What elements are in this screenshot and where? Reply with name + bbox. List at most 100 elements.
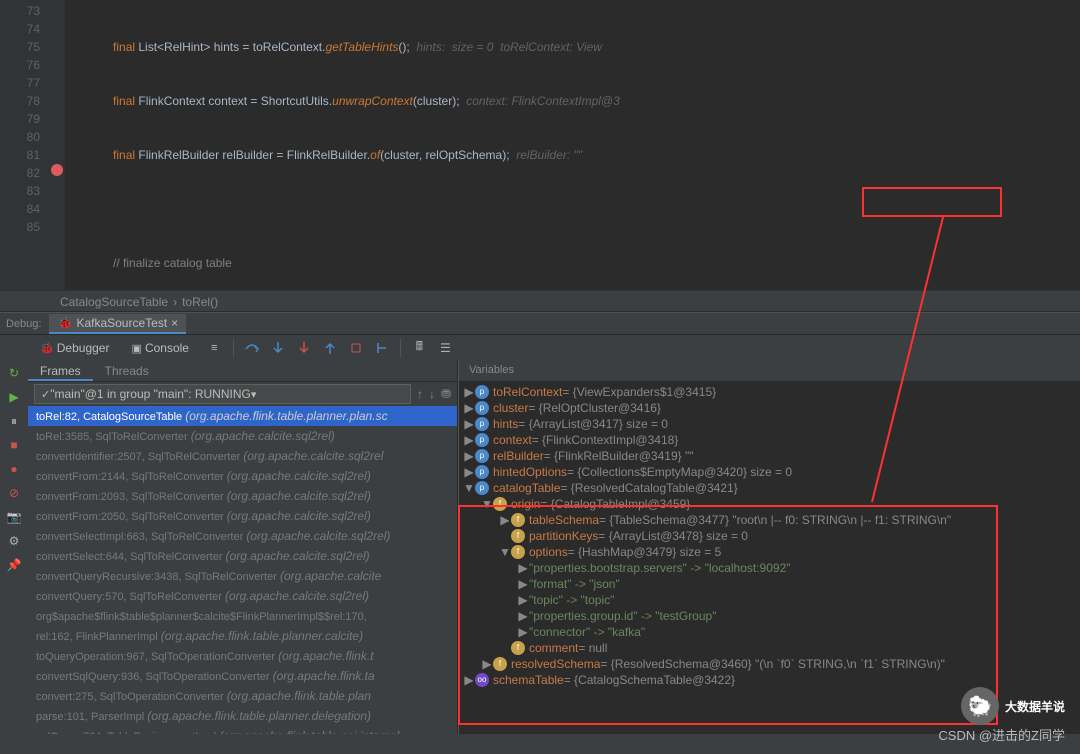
expand-icon[interactable]: ▶ (463, 416, 475, 432)
variable-row[interactable]: ▶"topic" -> "topic" (463, 592, 1076, 608)
static-icon: oo (475, 673, 489, 687)
stack-frame[interactable]: rel:162, FlinkPlannerImpl (org.apache.fl… (28, 626, 457, 646)
camera-icon[interactable]: 📷 (5, 508, 23, 526)
step-into-icon[interactable] (266, 337, 290, 359)
variable-row[interactable]: ▼pcatalogTable = {ResolvedCatalogTable@3… (463, 480, 1076, 496)
stack-frame[interactable]: convert:275, SqlToOperationConverter (or… (28, 686, 457, 706)
stack-frame[interactable]: convertFrom:2093, SqlToRelConverter (org… (28, 486, 457, 506)
expand-icon[interactable]: ▶ (463, 384, 475, 400)
expand-icon[interactable]: ▼ (481, 496, 493, 512)
pin-icon[interactable]: 📌 (5, 556, 23, 574)
variable-row[interactable]: ▶pcontext = {FlinkContextImpl@3418} (463, 432, 1076, 448)
breakpoint-gutter[interactable] (50, 0, 65, 290)
stack-frame[interactable]: org$apache$flink$table$planner$calcite$F… (28, 606, 457, 626)
stop-icon[interactable]: ■ (5, 436, 23, 454)
stack-frame[interactable]: convertQuery:570, SqlToRelConverter (org… (28, 586, 457, 606)
evaluate-icon[interactable]: 🖩 (407, 337, 431, 359)
settings-icon[interactable]: ⚙ (5, 532, 23, 550)
variable-row[interactable]: ▶ptoRelContext = {ViewExpanders$1@3415} (463, 384, 1076, 400)
threads-tab[interactable]: Threads (93, 360, 161, 381)
run-to-cursor-icon[interactable] (370, 337, 394, 359)
stack-frame[interactable]: convertSqlQuery:936, SqlToOperationConve… (28, 666, 457, 686)
param-icon: p (475, 465, 489, 479)
resume-icon[interactable]: ▶ (5, 388, 23, 406)
variable-row[interactable]: ▶fresolvedSchema = {ResolvedSchema@3460}… (463, 656, 1076, 672)
variable-row[interactable]: ▶phintedOptions = {Collections$EmptyMap@… (463, 464, 1076, 480)
stack-frame[interactable]: convertIdentifier:2507, SqlToRelConverte… (28, 446, 457, 466)
field-icon: f (511, 641, 525, 655)
bug-icon: 🐞 (57, 316, 72, 330)
variable-row[interactable]: ▶phints = {ArrayList@3417} size = 0 (463, 416, 1076, 432)
expand-icon[interactable]: ▼ (463, 480, 475, 496)
debug-body: ↻ ▶ ⏸ ■ ● ⊘ 📷 ⚙ 📌 Frames Threads ✓ "main… (0, 360, 1080, 754)
expand-icon[interactable]: ▶ (517, 576, 529, 592)
variable-row[interactable]: ▶"format" -> "json" (463, 576, 1076, 592)
pause-icon[interactable]: ⏸ (5, 412, 23, 430)
param-icon: p (475, 449, 489, 463)
variable-row[interactable]: ▼forigin = {CatalogTableImpl@3459} (463, 496, 1076, 512)
expand-icon[interactable]: ▶ (517, 624, 529, 640)
thread-selector[interactable]: ✓ "main"@1 in group "main": RUNNING ▾ (34, 384, 411, 404)
variable-row[interactable]: fpartitionKeys = {ArrayList@3478} size =… (463, 528, 1076, 544)
expand-icon[interactable]: ▼ (499, 544, 511, 560)
variables-header: Variables (459, 360, 1080, 382)
expand-icon[interactable]: ▶ (481, 656, 493, 672)
expand-icon[interactable]: ▶ (517, 560, 529, 576)
stack-frame[interactable]: toRel:82, CatalogSourceTable (org.apache… (28, 406, 457, 426)
step-out-icon[interactable] (318, 337, 342, 359)
variable-row[interactable]: ▶ftableSchema = {TableSchema@3477} "root… (463, 512, 1076, 528)
frame-list[interactable]: toRel:82, CatalogSourceTable (org.apache… (28, 406, 457, 754)
variable-row[interactable]: ▶prelBuilder = {FlinkRelBuilder@3419} "" (463, 448, 1076, 464)
next-frame-icon[interactable]: ↓ (429, 387, 435, 401)
field-icon: f (511, 529, 525, 543)
close-icon[interactable]: × (171, 316, 178, 330)
param-icon: p (475, 385, 489, 399)
stack-frame[interactable]: toQueryOperation:967, SqlToOperationConv… (28, 646, 457, 666)
breakpoint-icon[interactable] (51, 164, 63, 176)
debug-label: Debug: (6, 318, 41, 330)
force-step-into-icon[interactable] (292, 337, 316, 359)
prev-frame-icon[interactable]: ↑ (417, 387, 423, 401)
frames-tab[interactable]: Frames (28, 360, 93, 381)
tab-debugger[interactable]: 🐞 Debugger (30, 341, 119, 355)
expand-icon[interactable]: ▶ (517, 608, 529, 624)
variable-row[interactable]: ▶"properties.bootstrap.servers" -> "loca… (463, 560, 1076, 576)
stack-frame[interactable]: convertSelectImpl:663, SqlToRelConverter… (28, 526, 457, 546)
stack-frame[interactable]: convertFrom:2050, SqlToRelConverter (org… (28, 506, 457, 526)
code-line: final List<RelHint> hints = toRelContext… (73, 38, 1080, 56)
tab-more[interactable]: ≡ (201, 342, 227, 354)
variable-row[interactable]: ▶ooschemaTable = {CatalogSchemaTable@342… (463, 672, 1076, 688)
expand-icon[interactable]: ▶ (499, 512, 511, 528)
param-icon: p (475, 481, 489, 495)
variable-row[interactable]: ▶pcluster = {RelOptCluster@3416} (463, 400, 1076, 416)
variable-row[interactable]: ▼foptions = {HashMap@3479} size = 5 (463, 544, 1076, 560)
stack-frame[interactable]: convertSelect:644, SqlToRelConverter (or… (28, 546, 457, 566)
param-icon: p (475, 433, 489, 447)
stack-frame[interactable]: convertQueryRecursive:3438, SqlToRelConv… (28, 566, 457, 586)
expand-icon[interactable]: ▶ (517, 592, 529, 608)
stack-frame[interactable]: convertFrom:2144, SqlToRelConverter (org… (28, 466, 457, 486)
code-area[interactable]: final List<RelHint> hints = toRelContext… (65, 0, 1080, 290)
debug-session-tab[interactable]: 🐞KafkaSourceTest× (49, 314, 186, 334)
debug-side-toolbar: ↻ ▶ ⏸ ■ ● ⊘ 📷 ⚙ 📌 (0, 360, 28, 754)
filter-icon[interactable]: ⛃ (441, 387, 451, 401)
tab-console[interactable]: ▣ Console (121, 341, 198, 355)
stack-frame[interactable]: toRel:3585, SqlToRelConverter (org.apach… (28, 426, 457, 446)
mute-breakpoints-icon[interactable]: ⊘ (5, 484, 23, 502)
variable-row[interactable]: ▶"connector" -> "kafka" (463, 624, 1076, 640)
view-breakpoints-icon[interactable]: ● (5, 460, 23, 478)
expand-icon[interactable]: ▶ (463, 400, 475, 416)
expand-icon[interactable]: ▶ (463, 672, 475, 688)
trace-icon[interactable]: ☰ (433, 337, 457, 359)
variable-row[interactable]: fcomment = null (463, 640, 1076, 656)
rerun-icon[interactable]: ↻ (5, 364, 23, 382)
expand-icon[interactable]: ▶ (463, 464, 475, 480)
param-icon: p (475, 401, 489, 415)
debug-toolbar: 🐞 Debugger ▣ Console ≡ 🖩 ☰ (0, 334, 1080, 360)
expand-icon[interactable]: ▶ (463, 432, 475, 448)
step-over-icon[interactable] (240, 337, 264, 359)
expand-icon[interactable]: ▶ (463, 448, 475, 464)
variable-row[interactable]: ▶"properties.group.id" -> "testGroup" (463, 608, 1076, 624)
stack-frame[interactable]: parse:101, ParserImpl (org.apache.flink.… (28, 706, 457, 726)
drop-frame-icon[interactable] (344, 337, 368, 359)
